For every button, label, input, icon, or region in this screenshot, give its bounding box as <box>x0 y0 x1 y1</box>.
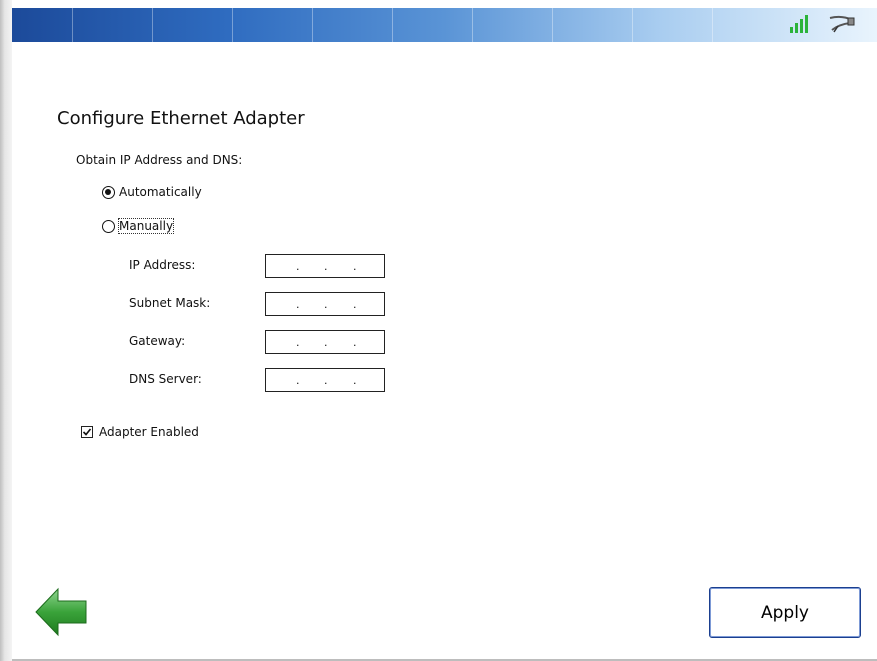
subnet-mask-label: Subnet Mask: <box>129 296 211 310</box>
page-title: Configure Ethernet Adapter <box>57 108 305 129</box>
top-strip <box>12 0 877 8</box>
dns-server-label: DNS Server: <box>129 372 202 386</box>
gateway-label: Gateway: <box>129 334 186 348</box>
radio-automatically[interactable] <box>102 186 115 199</box>
adapter-enabled-label[interactable]: Adapter Enabled <box>99 425 199 439</box>
radio-manually-label[interactable]: Manually <box>117 218 175 234</box>
window-left-border <box>0 0 12 661</box>
radio-automatically-label[interactable]: Automatically <box>119 185 202 199</box>
checkmark-icon <box>82 428 92 436</box>
header-bar <box>12 8 877 42</box>
apply-button[interactable]: Apply <box>709 587 861 638</box>
obtain-ip-label: Obtain IP Address and DNS: <box>76 153 243 167</box>
ip-address-input[interactable]: ... <box>265 254 385 278</box>
adapter-enabled-checkbox[interactable] <box>81 426 93 438</box>
subnet-mask-input[interactable]: ... <box>265 292 385 316</box>
network-cable-icon <box>829 15 855 33</box>
gateway-input[interactable]: ... <box>265 330 385 354</box>
signal-strength-icon <box>790 15 808 33</box>
radio-manually[interactable] <box>102 220 115 233</box>
ip-address-label: IP Address: <box>129 258 196 272</box>
dns-server-input[interactable]: ... <box>265 368 385 392</box>
back-arrow-icon[interactable] <box>34 586 88 638</box>
